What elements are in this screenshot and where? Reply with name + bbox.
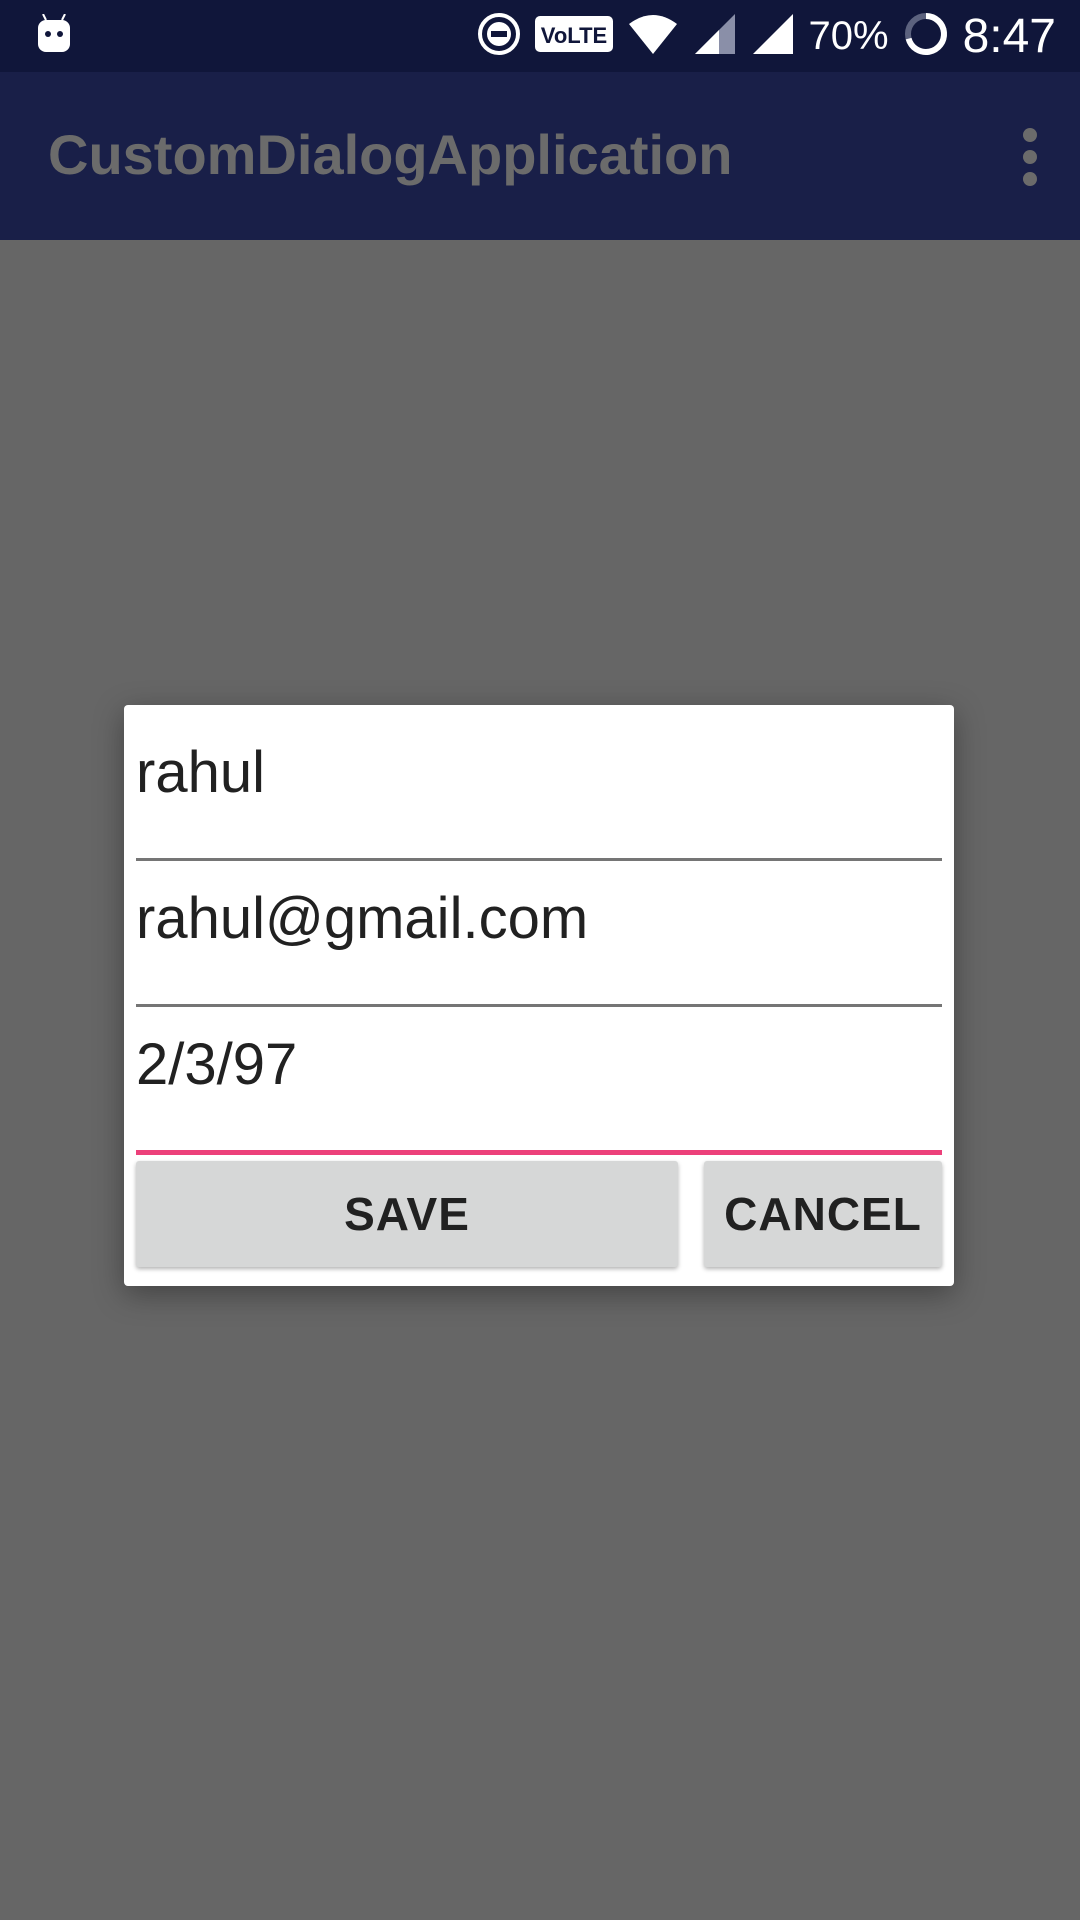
volte-label: VoLTE xyxy=(540,23,606,48)
status-icons: VoLTE 70% 8:47 xyxy=(463,0,1056,72)
name-field[interactable]: rahul xyxy=(136,739,942,861)
battery-icon xyxy=(903,11,949,62)
app-bar: CustomDialogApplication xyxy=(0,72,1080,240)
custom-dialog: rahul rahul@gmail.com 2/3/97 SAVE CANCEL xyxy=(124,705,954,1286)
battery-percent: 70% xyxy=(808,13,889,58)
save-button[interactable]: SAVE xyxy=(136,1161,678,1267)
do-not-disturb-icon xyxy=(477,12,521,61)
dob-field-value: 2/3/97 xyxy=(136,1032,298,1097)
overflow-menu-icon[interactable] xyxy=(1020,128,1040,188)
email-field-underline xyxy=(136,1004,942,1007)
dob-field[interactable]: 2/3/97 xyxy=(136,1031,942,1155)
clock: 8:47 xyxy=(962,9,1056,63)
app-title: CustomDialogApplication xyxy=(48,123,733,186)
email-field[interactable]: rahul@gmail.com xyxy=(136,885,942,1007)
dob-field-underline xyxy=(136,1150,942,1155)
android-notification-icon xyxy=(36,13,72,54)
volte-icon: VoLTE xyxy=(534,14,613,59)
name-field-underline xyxy=(136,858,942,861)
status-bar: VoLTE 70% 8:47 xyxy=(0,0,1080,72)
cancel-button[interactable]: CANCEL xyxy=(704,1161,942,1267)
email-field-value: rahul@gmail.com xyxy=(136,886,589,951)
name-field-value: rahul xyxy=(136,740,265,805)
signal-2-icon xyxy=(751,12,795,61)
signal-1-icon xyxy=(693,12,737,61)
wifi-icon xyxy=(627,12,679,61)
